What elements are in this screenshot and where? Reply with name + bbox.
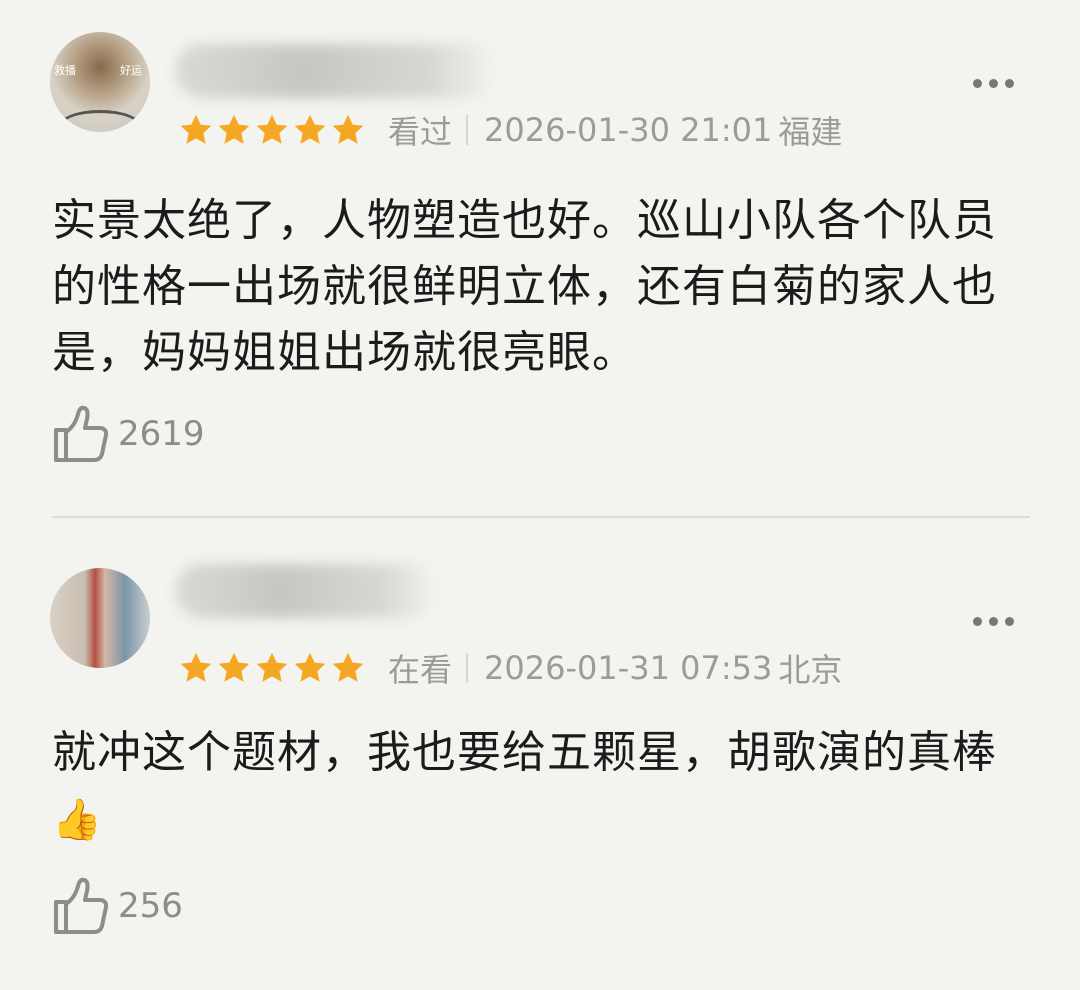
- like-count: 256: [118, 886, 183, 926]
- review-date: 2026-01-30 21:01: [484, 111, 773, 149]
- review-location: 北京: [778, 651, 843, 689]
- star-icon: [178, 112, 214, 148]
- star-icon: [254, 650, 290, 686]
- avatar[interactable]: 救播 好运: [50, 32, 150, 132]
- review-meta: 看过 2026-01-30 21:01 福建: [178, 108, 842, 152]
- meta-separator: [466, 653, 469, 683]
- review-item: 在看 2026-01-31 07:53 北京 就冲这个题材，我也要给五颗星，胡歌…: [0, 518, 1080, 990]
- star-icon: [254, 112, 290, 148]
- review-meta: 在看 2026-01-31 07:53 北京: [178, 646, 842, 690]
- review-date: 2026-01-31 07:53: [484, 649, 773, 687]
- review-text-content: 就冲这个题材，我也要给五颗星，胡歌演的真棒: [52, 727, 997, 778]
- avatar-tag: 好运: [120, 64, 142, 77]
- star-icon: [330, 112, 366, 148]
- review-text: 就冲这个题材，我也要给五颗星，胡歌演的真棒 👍: [52, 720, 1032, 853]
- rating-stars: [178, 112, 366, 148]
- watch-status: 在看: [388, 651, 453, 689]
- thumbs-up-icon[interactable]: [52, 404, 108, 464]
- review-item: 救播 好运 看过 2026-01-30 21:01 福建 实景太绝了，人物塑造也…: [0, 0, 1080, 517]
- username-blurred[interactable]: [175, 564, 435, 618]
- meta-separator: [466, 115, 469, 145]
- star-icon: [216, 650, 252, 686]
- avatar-decoration: [60, 110, 140, 132]
- more-options-icon[interactable]: [973, 617, 1014, 626]
- star-icon: [292, 112, 328, 148]
- rating-stars: [178, 650, 366, 686]
- username-blurred[interactable]: [175, 44, 495, 98]
- avatar[interactable]: [50, 568, 150, 668]
- review-text: 实景太绝了，人物塑造也好。巡山小队各个队员的性格一出场就很鲜明立体，还有白菊的家…: [52, 195, 997, 378]
- like-button[interactable]: 256: [52, 876, 183, 936]
- more-options-icon[interactable]: [973, 79, 1014, 88]
- like-count: 2619: [118, 414, 205, 454]
- star-icon: [216, 112, 252, 148]
- thumbs-up-emoji: 👍: [52, 797, 103, 843]
- star-icon: [178, 650, 214, 686]
- star-icon: [330, 650, 366, 686]
- avatar-tag: 救播: [54, 64, 76, 77]
- star-icon: [292, 650, 328, 686]
- thumbs-up-icon[interactable]: [52, 876, 108, 936]
- review-location: 福建: [778, 113, 843, 151]
- watch-status: 看过: [388, 113, 453, 151]
- like-button[interactable]: 2619: [52, 404, 205, 464]
